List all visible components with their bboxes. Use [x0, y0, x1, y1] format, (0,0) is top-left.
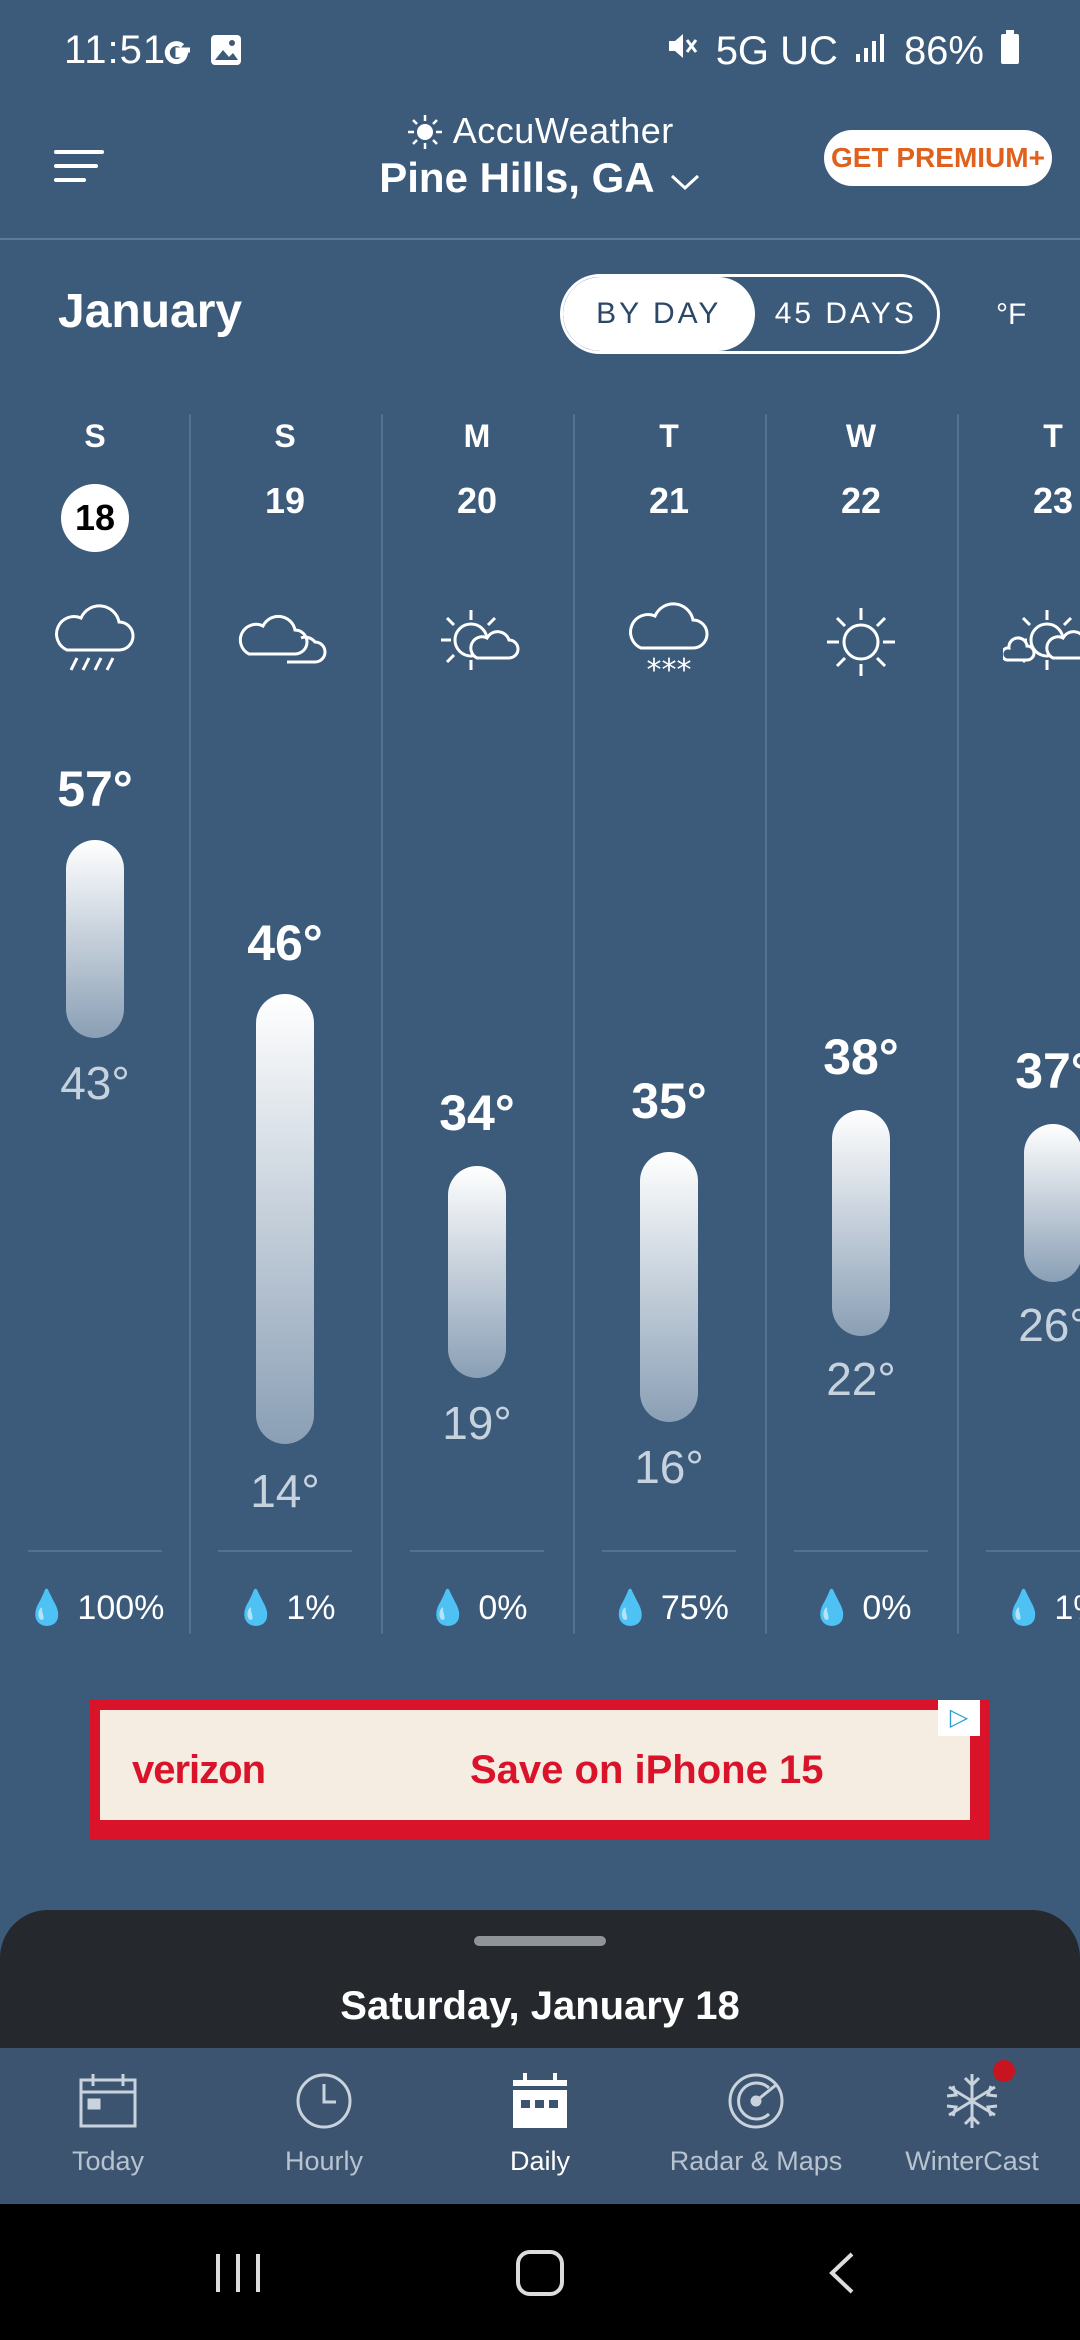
- network-label: 5G UC: [715, 28, 838, 73]
- temp-range-bar: [1024, 1124, 1080, 1282]
- high-temp: 46°: [247, 915, 323, 971]
- nav-today[interactable]: Today: [0, 2048, 216, 2204]
- day-of-week: W: [845, 418, 877, 454]
- precip-chance: 💧 1%: [234, 1589, 336, 1627]
- low-temp: 19°: [442, 1397, 512, 1449]
- sheet-drag-handle[interactable]: [474, 1936, 606, 1946]
- signal-icon: [854, 29, 888, 74]
- notification-dot: [993, 2060, 1015, 2082]
- raindrop-icon: 💧: [810, 1589, 853, 1627]
- raindrop-icon: 💧: [426, 1589, 469, 1627]
- ad-text: Save on iPhone 15: [470, 1748, 824, 1792]
- high-temp: 37°: [1015, 1043, 1080, 1099]
- day-column[interactable]: S 19 46° 14° 💧 1%: [190, 414, 380, 1634]
- view-toggle: BY DAY 45 DAYS: [560, 274, 940, 354]
- mute-icon: [664, 28, 700, 74]
- partly-sunny-icon: [1000, 594, 1080, 694]
- by-day-tab[interactable]: BY DAY: [563, 277, 755, 351]
- nav-wintercast[interactable]: WinterCast: [864, 2048, 1080, 2204]
- unit-toggle[interactable]: °F: [996, 298, 1026, 332]
- raindrop-icon: 💧: [609, 1589, 652, 1627]
- brand-name: AccuWeather: [452, 110, 674, 151]
- battery-icon: [1000, 29, 1020, 74]
- clock-icon: [293, 2070, 355, 2132]
- temp-range-bar: [448, 1166, 506, 1378]
- day-of-week: S: [84, 418, 106, 454]
- day-column[interactable]: T 21 *** 35° 16° 💧 75%: [574, 414, 764, 1634]
- location-name: Pine Hills, GA: [379, 154, 654, 201]
- day-of-week: T: [659, 418, 679, 454]
- ad-choices-icon[interactable]: ▷: [938, 1700, 980, 1736]
- day-of-week: M: [463, 418, 491, 454]
- nav-radar-maps[interactable]: Radar & Maps: [648, 2048, 864, 2204]
- google-icon: [160, 32, 196, 73]
- gallery-icon: [208, 32, 244, 73]
- battery-level: 86%: [903, 28, 984, 73]
- high-temp: 57°: [57, 761, 133, 817]
- sunny-icon: [811, 594, 911, 694]
- day-date: 22: [840, 480, 882, 521]
- precip-chance: 💧 0%: [426, 1589, 528, 1627]
- low-temp: 16°: [634, 1441, 704, 1493]
- status-time: 11:51: [64, 28, 167, 72]
- precip-chance: 💧 1%: [1002, 1589, 1080, 1627]
- chevron-down-icon: [670, 174, 699, 191]
- temp-range-bar: [640, 1152, 698, 1422]
- back-icon[interactable]: [824, 2250, 860, 2301]
- temp-range-bar: [832, 1110, 890, 1336]
- snowflake-icon: [941, 2060, 1015, 2132]
- day-column[interactable]: T 23 37° 26° 💧 1%: [958, 414, 1080, 1634]
- calendar-grid-icon: [509, 2070, 571, 2132]
- ad-logo: verizon: [132, 1748, 266, 1792]
- raindrop-icon: 💧: [234, 1589, 277, 1627]
- rain-cloud-icon: [45, 594, 145, 694]
- day-date: 21: [648, 480, 690, 521]
- snow-cloud-icon: ***: [619, 594, 719, 694]
- high-temp: 34°: [439, 1085, 515, 1141]
- precip-chance: 💧 75%: [609, 1589, 729, 1627]
- raindrop-icon: 💧: [25, 1589, 68, 1627]
- 45-days-tab[interactable]: 45 DAYS: [755, 277, 937, 351]
- low-temp: 22°: [826, 1353, 896, 1405]
- ad-banner[interactable]: verizon Save on iPhone 15 ▷: [90, 1700, 990, 1840]
- low-temp: 14°: [250, 1465, 320, 1517]
- low-temp: 43°: [60, 1057, 130, 1109]
- day-date: 23: [1032, 480, 1074, 521]
- status-bar: 11:51 5G UC 86%: [0, 0, 1080, 110]
- precip-chance: 💧 100%: [25, 1589, 165, 1627]
- day-column[interactable]: M 20 34° 19° 💧 0%: [382, 414, 572, 1634]
- home-icon[interactable]: [514, 2248, 566, 2303]
- recents-icon[interactable]: [210, 2250, 266, 2301]
- day-column[interactable]: W 22 38° 22° 💧 0%: [766, 414, 956, 1634]
- radar-icon: [725, 2070, 787, 2132]
- app-header: AccuWeather Pine Hills, GA GET PREMIUM+: [0, 110, 1080, 240]
- calendar-today-icon: [77, 2070, 139, 2132]
- precip-chance: 💧 0%: [810, 1589, 912, 1627]
- day-of-week: S: [274, 418, 296, 454]
- cloudy-icon: [235, 594, 335, 694]
- temp-range-bar: [66, 840, 124, 1038]
- nav-daily[interactable]: Daily: [432, 2048, 648, 2204]
- day-date-selected: 18: [61, 484, 129, 552]
- raindrop-icon: 💧: [1002, 1589, 1045, 1627]
- month-title: January: [58, 285, 243, 338]
- day-date: 19: [264, 480, 306, 521]
- nav-hourly[interactable]: Hourly: [216, 2048, 432, 2204]
- day-date: 20: [456, 480, 498, 521]
- temp-range-bar: [256, 994, 314, 1444]
- high-temp: 35°: [631, 1073, 707, 1129]
- get-premium-button[interactable]: GET PREMIUM+: [824, 130, 1052, 186]
- low-temp: 26°: [1018, 1299, 1080, 1351]
- bottom-nav: Today Hourly Daily Radar & Maps WinterCa…: [0, 2048, 1080, 2204]
- high-temp: 38°: [823, 1029, 899, 1085]
- partly-sunny-icon: [427, 594, 527, 694]
- svg-text:***: ***: [647, 653, 692, 688]
- day-column[interactable]: S 18 57° 43° 💧 100%: [0, 414, 190, 1634]
- sun-logo-icon: [408, 115, 443, 149]
- sheet-title: Saturday, January 18: [340, 1984, 740, 2028]
- system-nav-bar: [0, 2204, 1080, 2340]
- day-of-week: T: [1043, 418, 1063, 454]
